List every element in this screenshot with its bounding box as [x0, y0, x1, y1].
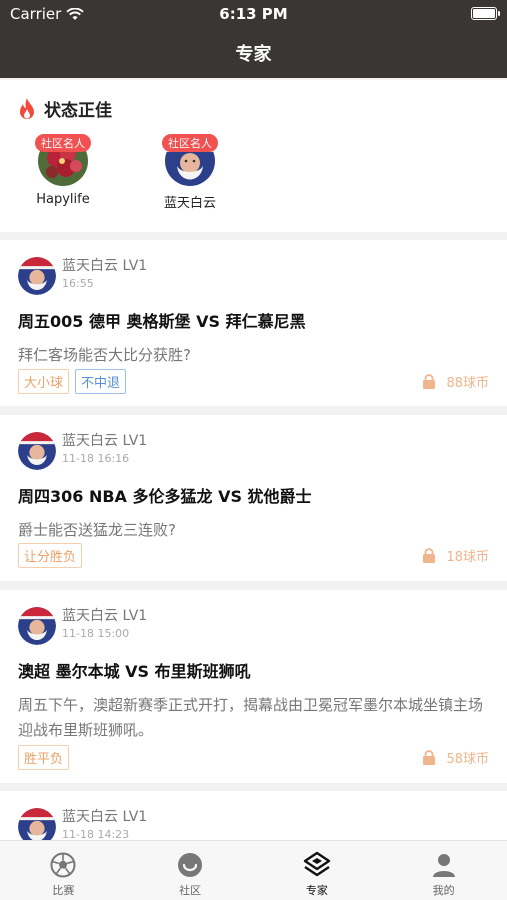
tab-label: 专家: [305, 884, 328, 897]
post-description: 爵士能否送猛龙三连败?: [18, 521, 176, 539]
community-icon: [176, 851, 204, 879]
tab-matches[interactable]: 比赛: [0, 841, 127, 900]
post-price: 18球币: [422, 546, 489, 565]
santa-avatar-icon: [18, 607, 56, 645]
tag-list: 让分胜负: [18, 543, 83, 568]
post-author: 蓝天白云 LV1: [62, 258, 148, 274]
avatar: 社区名人: [35, 134, 91, 186]
tab-community[interactable]: 社区: [127, 841, 254, 900]
expert-name: 蓝天白云: [163, 196, 216, 211]
lock-icon: [423, 374, 436, 389]
post-price: 58球币: [422, 748, 489, 767]
battery-icon: [471, 7, 500, 20]
status-bar: Carrier 6:13 PM: [0, 0, 507, 28]
hot-experts-heading: 状态正佳: [18, 96, 112, 121]
post-card[interactable]: 蓝天白云 LV1 11-18 16:16 周四306 NBA 多伦多猛龙 VS …: [0, 415, 507, 581]
avatar: [18, 257, 56, 295]
avatar: [18, 808, 56, 840]
avatar: 社区名人: [162, 134, 218, 186]
post-author: 蓝天白云 LV1: [62, 433, 148, 449]
tab-experts[interactable]: 专家: [254, 841, 381, 900]
post-price: 88球币: [422, 372, 489, 391]
lock-icon: [423, 750, 436, 765]
community-celebrity-badge: 社区名人: [162, 134, 218, 152]
post-date: 11-18 16:16: [62, 452, 130, 465]
expert-name: Hapylife: [36, 192, 90, 207]
tab-label: 社区: [179, 884, 202, 897]
tag-win-draw-lose: 胜平负: [18, 745, 70, 770]
expert-hapylife[interactable]: 社区名人 Hapylife: [13, 134, 113, 207]
tag-handicap: 让分胜负: [18, 543, 83, 568]
post-card[interactable]: 蓝天白云 LV1 11-18 15:00 澳超 墨尔本城 VS 布里斯班狮吼 周…: [0, 590, 507, 783]
santa-avatar-icon: [18, 257, 56, 295]
avatar: [18, 432, 56, 470]
tab-label: 我的: [432, 884, 455, 897]
price-label: 18球币: [446, 550, 489, 565]
hot-experts-title: 状态正佳: [44, 101, 112, 121]
tag-list: 大小球 不中退: [18, 369, 127, 394]
tag-no-refund: 不中退: [75, 369, 127, 394]
price-label: 58球币: [446, 752, 489, 767]
post-date: 11-18 15:00: [62, 627, 130, 640]
santa-avatar-icon: [18, 808, 56, 840]
person-icon: [430, 851, 458, 879]
status-time: 6:13 PM: [219, 5, 288, 23]
expert-icon: [303, 851, 331, 879]
tab-bar: 比赛 社区 专家 我的: [0, 840, 507, 900]
price-label: 88球币: [446, 376, 489, 391]
tab-me[interactable]: 我的: [380, 841, 507, 900]
lock-icon: [423, 548, 436, 563]
post-card[interactable]: 蓝天白云 LV1 16:55 周五005 德甲 奥格斯堡 VS 拜仁慕尼黑 拜仁…: [0, 240, 507, 406]
hot-experts-section: 状态正佳 社区名人 Hapylife 社区名人 蓝天白云: [0, 80, 507, 232]
post-description: 拜仁客场能否大比分获胜?: [18, 346, 191, 364]
tag-over-under: 大小球: [18, 369, 70, 394]
post-date: 11-18 14:23: [62, 828, 130, 840]
community-celebrity-badge: 社区名人: [35, 134, 91, 152]
post-author: 蓝天白云 LV1: [62, 809, 148, 825]
soccer-ball-icon: [49, 851, 77, 879]
match-title: 周五005 德甲 奥格斯堡 VS 拜仁慕尼黑: [18, 312, 306, 331]
santa-avatar-icon: [18, 432, 56, 470]
expert-lantian[interactable]: 社区名人 蓝天白云: [140, 134, 240, 211]
flame-icon: [20, 97, 34, 119]
match-title: 澳超 墨尔本城 VS 布里斯班狮吼: [18, 662, 251, 681]
post-description: 周五下午，澳超新赛季正式开打，揭幕战由卫冕冠军墨尔本城坐镇主场迎战布里斯班狮吼。: [18, 696, 484, 739]
post-author: 蓝天白云 LV1: [62, 608, 148, 624]
post-date: 16:55: [62, 277, 94, 290]
nav-header: Carrier 6:13 PM 专家: [0, 0, 507, 78]
tag-list: 胜平负: [18, 745, 70, 770]
match-title: 周四306 NBA 多伦多猛龙 VS 犹他爵士: [18, 487, 312, 506]
page-title: 专家: [235, 44, 272, 65]
avatar: [18, 607, 56, 645]
tab-label: 比赛: [52, 884, 75, 897]
post-card[interactable]: 蓝天白云 LV1 11-18 14:23: [0, 791, 507, 840]
